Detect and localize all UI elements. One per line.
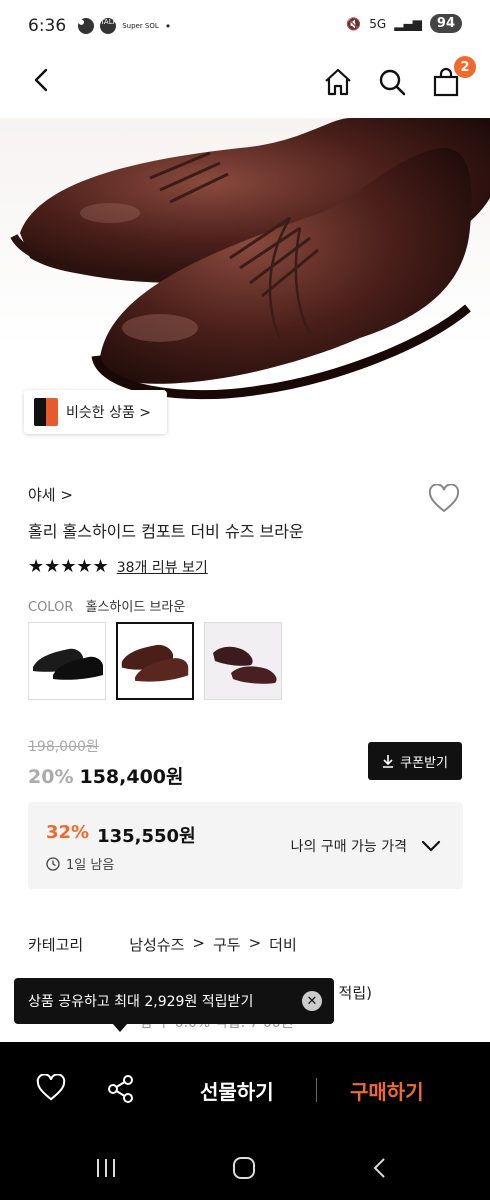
- color-swatches: [28, 622, 282, 700]
- cart-button[interactable]: 2: [430, 56, 476, 98]
- toast-close-button[interactable]: ✕: [302, 991, 322, 1011]
- home-icon: [325, 68, 351, 96]
- share-icon: [108, 1075, 133, 1103]
- home-system-button[interactable]: [230, 1156, 258, 1180]
- recent-apps-button[interactable]: [92, 1156, 120, 1180]
- signal-icon: ▂▄▆: [394, 16, 422, 31]
- share-reward-toast[interactable]: 상품 공유하고 최대 2,929원 적립받기 ✕: [14, 978, 334, 1032]
- cart-count-badge: 2: [454, 56, 476, 78]
- sale-price: 158,400원: [79, 766, 184, 788]
- bottom-action-bar: 선물하기 구매하기: [0, 1042, 490, 1138]
- talk-notification-icon: TALK: [100, 18, 117, 34]
- review-link[interactable]: 38개 리뷰 보기: [117, 557, 208, 577]
- heart-icon: [36, 1073, 66, 1101]
- swatch-black[interactable]: [28, 622, 106, 700]
- color-label: COLOR: [28, 600, 74, 615]
- similar-products-label: 비슷한 상품 >: [66, 405, 152, 421]
- my-price-toggle[interactable]: 나의 구매 가능 가격: [291, 836, 441, 856]
- best-price-line: 32% 135,550원: [46, 822, 196, 848]
- best-price-percent: 32%: [46, 822, 90, 843]
- more-notifications-icon: •: [164, 19, 172, 33]
- mute-icon: 🔇: [346, 16, 362, 31]
- category-row: 카테고리 남성슈즈 > 구두 > 더비: [28, 934, 297, 955]
- chevron-left-icon: [34, 68, 48, 92]
- original-price: 198,000원: [28, 739, 99, 755]
- wishlist-button[interactable]: [428, 483, 460, 514]
- heart-icon: [428, 483, 460, 513]
- brand-link[interactable]: 야세 >: [28, 484, 73, 505]
- breadcrumb-separator: >: [192, 934, 205, 952]
- category-label: 카테고리: [28, 936, 84, 954]
- notification-icons: ● TALK Super SOL •: [78, 18, 171, 34]
- toast-pointer: [112, 1023, 128, 1032]
- battery-indicator: 94: [429, 14, 462, 33]
- home-button[interactable]: [322, 66, 354, 98]
- toast-text: 상품 공유하고 최대 2,929원 적립받기: [28, 994, 254, 1010]
- back-button[interactable]: [28, 66, 56, 94]
- breadcrumb-separator: >: [248, 934, 262, 952]
- sale-price-row: 20% 158,400원: [28, 762, 184, 789]
- back-system-button[interactable]: [366, 1156, 394, 1180]
- download-icon: [383, 755, 394, 768]
- search-button[interactable]: [376, 66, 408, 98]
- category-dress-shoes[interactable]: 구두: [213, 934, 241, 955]
- discount-percent: 20%: [28, 766, 74, 788]
- wishlist-bottom-button[interactable]: [36, 1073, 66, 1104]
- best-price-box[interactable]: 32% 135,550원 1일 남음 나의 구매 가능 가격: [28, 802, 463, 889]
- back-arrow-icon: [373, 1158, 385, 1178]
- color-row: COLOR 홀스하이드 브라운: [28, 596, 185, 615]
- search-icon: [379, 69, 406, 96]
- network-label: 5G: [369, 16, 387, 31]
- category-men-shoes[interactable]: 남성슈즈: [129, 934, 184, 955]
- star-rating: ★★★★★: [28, 556, 109, 577]
- similar-thumbnail: [34, 398, 58, 426]
- action-divider: [316, 1078, 317, 1102]
- recent-apps-icon: [97, 1159, 115, 1177]
- app-notification-icon: ●: [78, 18, 95, 34]
- sol-notification-icon: Super SOL: [122, 22, 159, 30]
- status-bar: 6:36 ● TALK Super SOL • 🔇 5G ▂▄▆ 94: [0, 0, 490, 52]
- clock-icon: [46, 856, 60, 871]
- coupon-label: 쿠폰받기: [400, 755, 448, 771]
- color-value: 홀스하이드 브라운: [85, 600, 186, 615]
- status-right: 🔇 5G ▂▄▆ 94: [346, 14, 462, 33]
- timer-text: 1일 남음: [66, 858, 115, 873]
- my-price-label: 나의 구매 가능 가격: [290, 839, 407, 855]
- coupon-button[interactable]: 쿠폰받기: [368, 742, 462, 780]
- chevron-down-icon: [421, 840, 441, 852]
- swatch-burgundy[interactable]: [204, 622, 282, 700]
- black-shoe-thumbnail: [33, 648, 103, 680]
- top-nav: 2: [0, 52, 490, 112]
- similar-products-button[interactable]: 비슷한 상품 >: [24, 390, 168, 434]
- brown-shoe-thumbnail: [121, 644, 189, 682]
- burgundy-shoe-thumbnail: [205, 623, 281, 699]
- status-time: 6:36: [28, 16, 67, 36]
- category-derby[interactable]: 더비: [269, 934, 297, 955]
- share-button[interactable]: [106, 1074, 136, 1104]
- category-breadcrumb: 남성슈즈 > 구두 > 더비: [129, 934, 297, 955]
- home-circle-icon: [233, 1157, 255, 1179]
- buy-button[interactable]: 구매하기: [350, 1076, 424, 1105]
- system-navigation-bar: [0, 1138, 490, 1200]
- best-price-value: 135,550원: [97, 826, 196, 847]
- product-title: 홀리 홀스하이드 컴포트 더비 슈즈 브라운: [28, 522, 304, 541]
- points-info-partial: 적립): [338, 984, 372, 1002]
- rating-row: ★★★★★ 38개 리뷰 보기: [28, 556, 208, 577]
- best-price-timer: 1일 남음: [46, 854, 114, 873]
- gift-button[interactable]: 선물하기: [200, 1076, 274, 1105]
- swatch-brown-selected[interactable]: [116, 622, 194, 700]
